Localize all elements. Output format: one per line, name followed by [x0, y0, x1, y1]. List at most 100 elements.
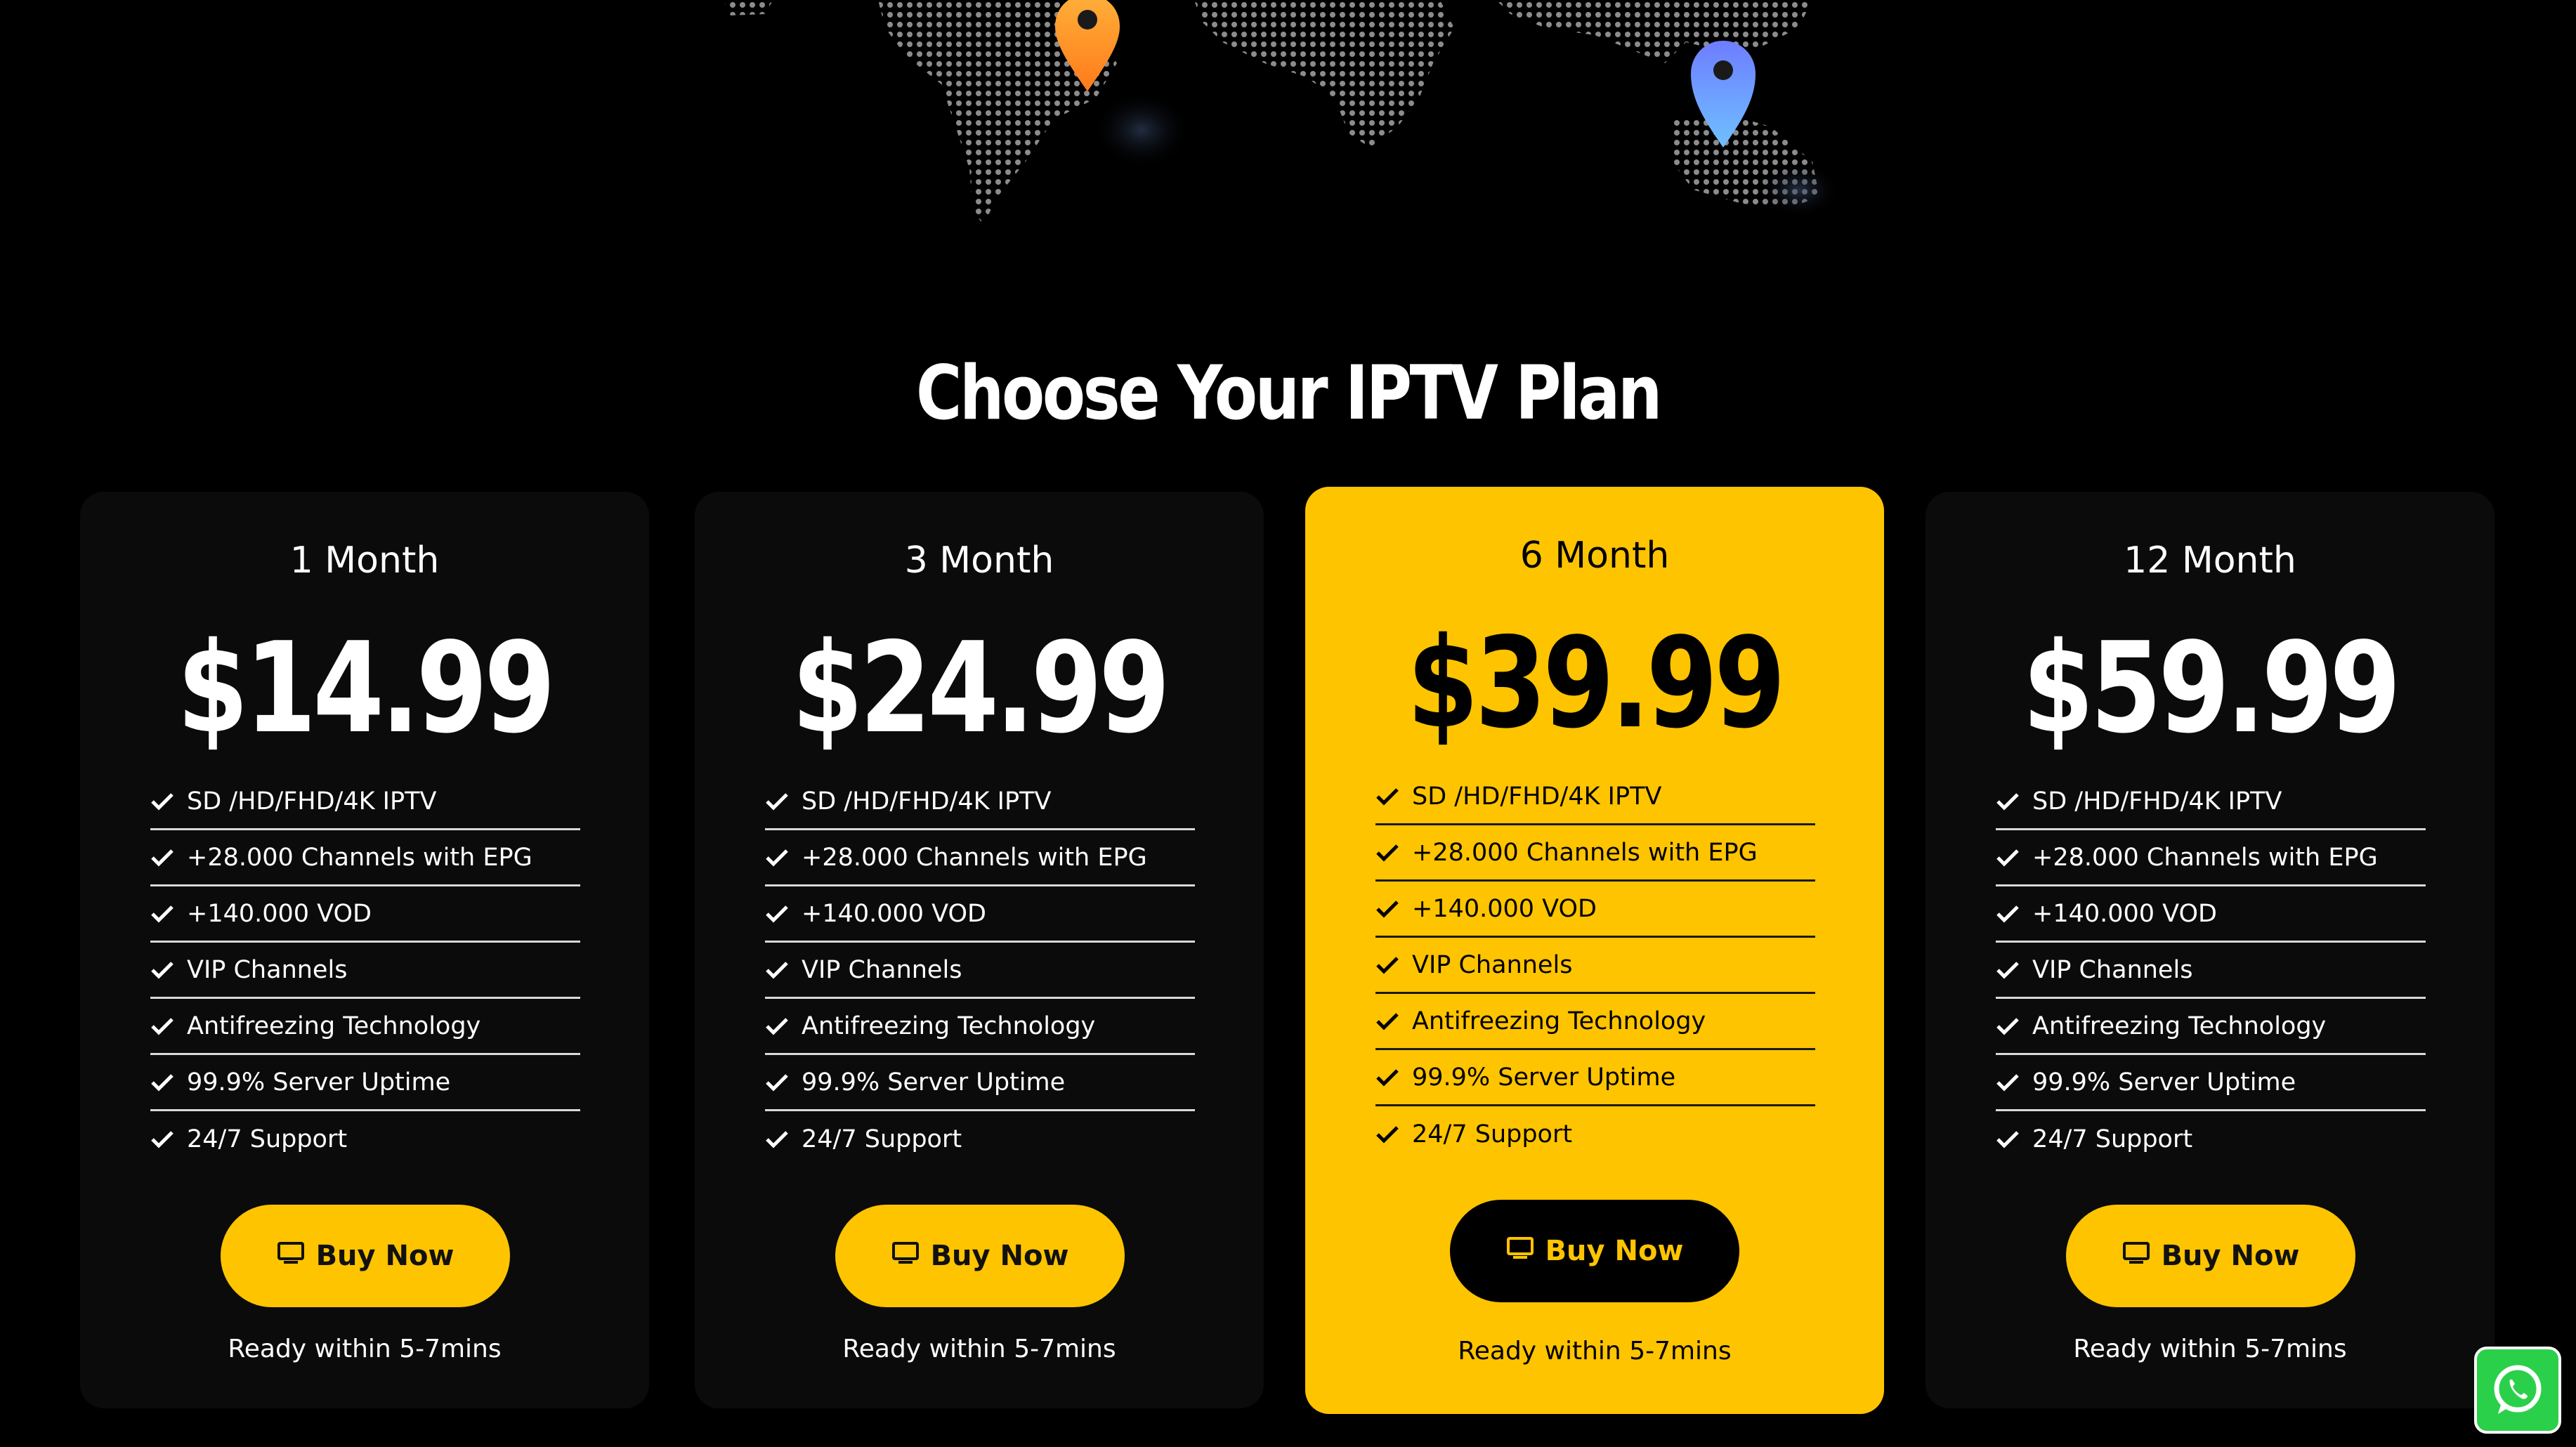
- feature-label: 24/7 Support: [187, 1125, 348, 1153]
- feature-item: +28.000 Channels with EPG: [1996, 830, 2426, 886]
- feature-item: VIP Channels: [1375, 938, 1815, 994]
- plan-price: $14.99: [177, 615, 556, 761]
- feature-label: Antifreezing Technology: [2032, 1011, 2327, 1040]
- plan-name: 3 Month: [904, 539, 1054, 582]
- monitor-icon: [2122, 1240, 2150, 1272]
- feature-item: Antifreezing Technology: [1996, 999, 2426, 1055]
- check-icon: [150, 904, 187, 924]
- feature-label: +28.000 Channels with EPG: [2032, 843, 2378, 872]
- feature-item: 99.9% Server Uptime: [765, 1055, 1195, 1111]
- check-icon: [765, 904, 802, 924]
- feature-label: 24/7 Support: [802, 1125, 962, 1153]
- check-icon: [765, 1073, 802, 1092]
- buy-now-button[interactable]: Buy Now: [221, 1205, 510, 1307]
- monitor-icon: [277, 1240, 305, 1272]
- check-icon: [765, 1016, 802, 1036]
- feature-item: 24/7 Support: [150, 1111, 580, 1167]
- feature-label: 99.9% Server Uptime: [2032, 1068, 2296, 1096]
- check-icon: [765, 960, 802, 980]
- feature-label: +28.000 Channels with EPG: [802, 843, 1147, 872]
- plan-card-3-month: 3 Month $24.99 SD /HD/FHD/4K IPTV +28.00…: [695, 492, 1264, 1408]
- plan-name: 1 Month: [289, 539, 440, 582]
- plan-price: $39.99: [1407, 610, 1786, 756]
- check-icon: [1996, 792, 2032, 811]
- feature-label: SD /HD/FHD/4K IPTV: [187, 787, 437, 816]
- check-icon: [1996, 1073, 2032, 1092]
- plan-card-12-month: 12 Month $59.99 SD /HD/FHD/4K IPTV +28.0…: [1926, 492, 2495, 1408]
- check-icon: [150, 792, 187, 811]
- buy-now-button[interactable]: Buy Now: [2066, 1205, 2355, 1307]
- feature-label: +28.000 Channels with EPG: [1412, 838, 1758, 867]
- feature-item: 99.9% Server Uptime: [150, 1055, 580, 1111]
- check-icon: [1996, 960, 2032, 980]
- monitor-icon: [1506, 1235, 1534, 1267]
- feature-item: SD /HD/FHD/4K IPTV: [1996, 774, 2426, 830]
- feature-label: VIP Channels: [187, 955, 348, 984]
- feature-item: SD /HD/FHD/4K IPTV: [765, 774, 1195, 830]
- ready-note: Ready within 5-7mins: [228, 1335, 502, 1363]
- feature-label: +140.000 VOD: [802, 899, 987, 928]
- feature-item: +140.000 VOD: [1375, 882, 1815, 938]
- feature-item: 24/7 Support: [765, 1111, 1195, 1167]
- check-icon: [1996, 1016, 2032, 1036]
- feature-item: 99.9% Server Uptime: [1375, 1050, 1815, 1106]
- check-icon: [1375, 1125, 1412, 1144]
- ready-note: Ready within 5-7mins: [842, 1335, 1116, 1363]
- buy-now-label: Buy Now: [930, 1240, 1069, 1272]
- feature-list: SD /HD/FHD/4K IPTV +28.000 Channels with…: [1996, 774, 2426, 1167]
- feature-item: 24/7 Support: [1996, 1111, 2426, 1167]
- feature-item: +28.000 Channels with EPG: [765, 830, 1195, 886]
- section-heading: Choose Your IPTV Plan: [916, 350, 1662, 436]
- check-icon: [150, 1073, 187, 1092]
- feature-list: SD /HD/FHD/4K IPTV +28.000 Channels with…: [1375, 769, 1815, 1163]
- plan-name: 6 Month: [1519, 535, 1670, 577]
- plan-name: 12 Month: [2124, 539, 2296, 582]
- check-icon: [765, 1130, 802, 1149]
- ready-note: Ready within 5-7mins: [2073, 1335, 2347, 1363]
- feature-list: SD /HD/FHD/4K IPTV +28.000 Channels with…: [150, 774, 580, 1167]
- feature-item: VIP Channels: [765, 943, 1195, 999]
- check-icon: [1375, 787, 1412, 806]
- check-icon: [1375, 843, 1412, 863]
- feature-item: +28.000 Channels with EPG: [1375, 825, 1815, 882]
- buy-now-button[interactable]: Buy Now: [835, 1205, 1125, 1307]
- plan-card-6-month: 6 Month $39.99 SD /HD/FHD/4K IPTV +28.00…: [1305, 487, 1884, 1414]
- ready-note: Ready within 5-7mins: [1458, 1337, 1732, 1366]
- feature-label: 99.9% Server Uptime: [187, 1068, 451, 1096]
- check-icon: [1375, 1068, 1412, 1087]
- feature-item: Antifreezing Technology: [1375, 994, 1815, 1050]
- feature-label: +140.000 VOD: [2032, 899, 2218, 928]
- feature-label: VIP Channels: [2032, 955, 2193, 984]
- check-icon: [1996, 848, 2032, 867]
- feature-item: +28.000 Channels with EPG: [150, 830, 580, 886]
- feature-item: Antifreezing Technology: [150, 999, 580, 1055]
- check-icon: [1996, 1130, 2032, 1149]
- check-icon: [1375, 1011, 1412, 1031]
- check-icon: [150, 848, 187, 867]
- check-icon: [1375, 955, 1412, 975]
- feature-item: SD /HD/FHD/4K IPTV: [150, 774, 580, 830]
- buy-now-label: Buy Now: [1545, 1235, 1684, 1267]
- feature-label: VIP Channels: [802, 955, 962, 984]
- feature-label: SD /HD/FHD/4K IPTV: [2032, 787, 2282, 816]
- feature-label: 99.9% Server Uptime: [802, 1068, 1066, 1096]
- feature-label: SD /HD/FHD/4K IPTV: [1412, 782, 1662, 811]
- check-icon: [1996, 904, 2032, 924]
- feature-label: 24/7 Support: [1412, 1120, 1573, 1148]
- feature-item: 99.9% Server Uptime: [1996, 1055, 2426, 1111]
- feature-label: Antifreezing Technology: [187, 1011, 481, 1040]
- plan-card-1-month: 1 Month $14.99 SD /HD/FHD/4K IPTV +28.00…: [80, 492, 649, 1408]
- feature-label: SD /HD/FHD/4K IPTV: [802, 787, 1052, 816]
- feature-item: Antifreezing Technology: [765, 999, 1195, 1055]
- check-icon: [150, 1016, 187, 1036]
- feature-item: VIP Channels: [150, 943, 580, 999]
- buy-now-label: Buy Now: [2161, 1240, 2300, 1272]
- feature-label: Antifreezing Technology: [1412, 1007, 1706, 1035]
- feature-label: +28.000 Channels with EPG: [187, 843, 532, 872]
- whatsapp-button[interactable]: [2474, 1347, 2561, 1434]
- feature-label: 24/7 Support: [2032, 1125, 2193, 1153]
- plan-price: $59.99: [2022, 615, 2401, 761]
- check-icon: [1375, 899, 1412, 919]
- buy-now-button[interactable]: Buy Now: [1450, 1200, 1739, 1302]
- feature-label: 99.9% Server Uptime: [1412, 1063, 1676, 1092]
